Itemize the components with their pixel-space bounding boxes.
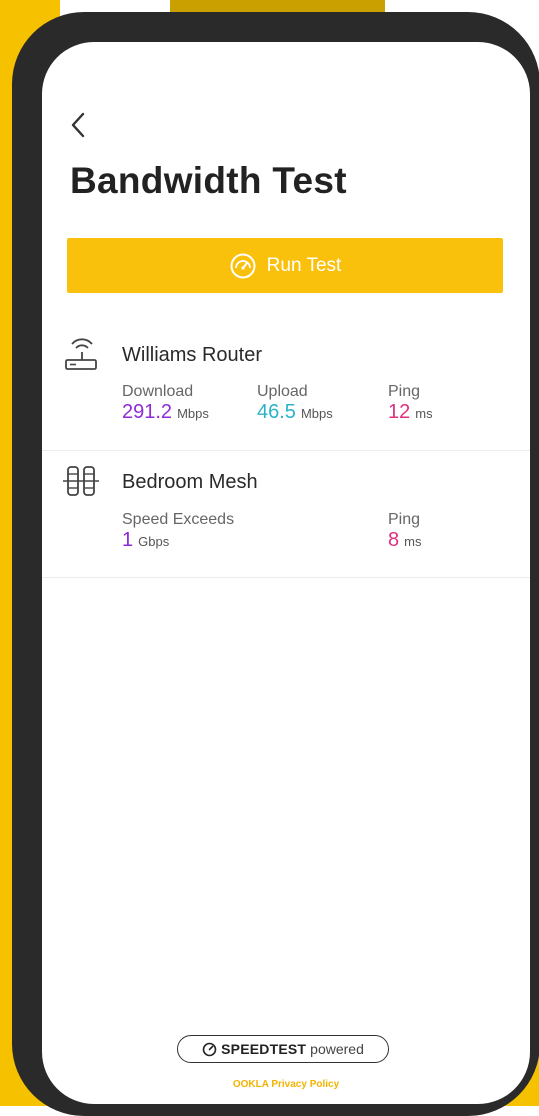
divider [42, 450, 530, 451]
speedtest-powered: powered [310, 1041, 364, 1057]
phone-frame: Bandwidth Test Run Test Williams Router … [12, 12, 539, 1116]
metric-value: 12 [388, 401, 411, 423]
divider [42, 577, 530, 578]
metric-value: 46.5 [257, 401, 296, 423]
metric-unit: ms [404, 534, 422, 549]
metric-unit: ms [415, 406, 433, 421]
metric-label: Speed Exceeds [122, 511, 235, 528]
speedtest-gauge-icon [202, 1042, 217, 1056]
metric-ping: Ping 12 ms [388, 383, 433, 424]
metric-ping: Ping 8 ms [388, 511, 421, 552]
metric-label: Upload [257, 383, 308, 400]
router-icon [65, 338, 97, 370]
chevron-left-icon [71, 112, 85, 138]
back-button[interactable] [68, 110, 90, 140]
speedtest-badge: SPEEDTEST powered [177, 1035, 389, 1063]
metric-label: Download [122, 383, 194, 400]
speedometer-icon [230, 253, 256, 278]
device-name: Bedroom Mesh [122, 471, 258, 493]
metric-label: Ping [388, 383, 421, 400]
phone-side-button [15, 222, 25, 300]
metric-label: Ping [388, 511, 421, 528]
device-name: Williams Router [122, 344, 263, 366]
metric-unit: Gbps [138, 534, 170, 549]
metric-unit: Mbps [300, 406, 333, 421]
run-test-label: Run Test [266, 254, 342, 276]
metric-unit: Mbps [177, 406, 209, 421]
metric-value: 1 [122, 529, 134, 551]
mesh-icon [63, 466, 99, 496]
speedtest-brand: SPEEDTEST [221, 1041, 307, 1057]
app-screen: Bandwidth Test Run Test Williams Router … [42, 42, 530, 1104]
metric-download: Download 291.2 Mbps [122, 383, 209, 424]
metric-upload: Upload 46.5 Mbps [257, 383, 333, 424]
phone-side-button [15, 312, 25, 390]
page-title: Bandwidth Test [70, 160, 347, 201]
metric-value: 8 [388, 529, 400, 551]
metric-value: 291.2 [122, 401, 173, 423]
privacy-policy-link[interactable]: OOKLA Privacy Policy [42, 1079, 530, 1090]
metric-speed-exceeds: Speed Exceeds 1 Gbps [122, 511, 234, 552]
run-test-button[interactable]: Run Test [67, 238, 503, 293]
